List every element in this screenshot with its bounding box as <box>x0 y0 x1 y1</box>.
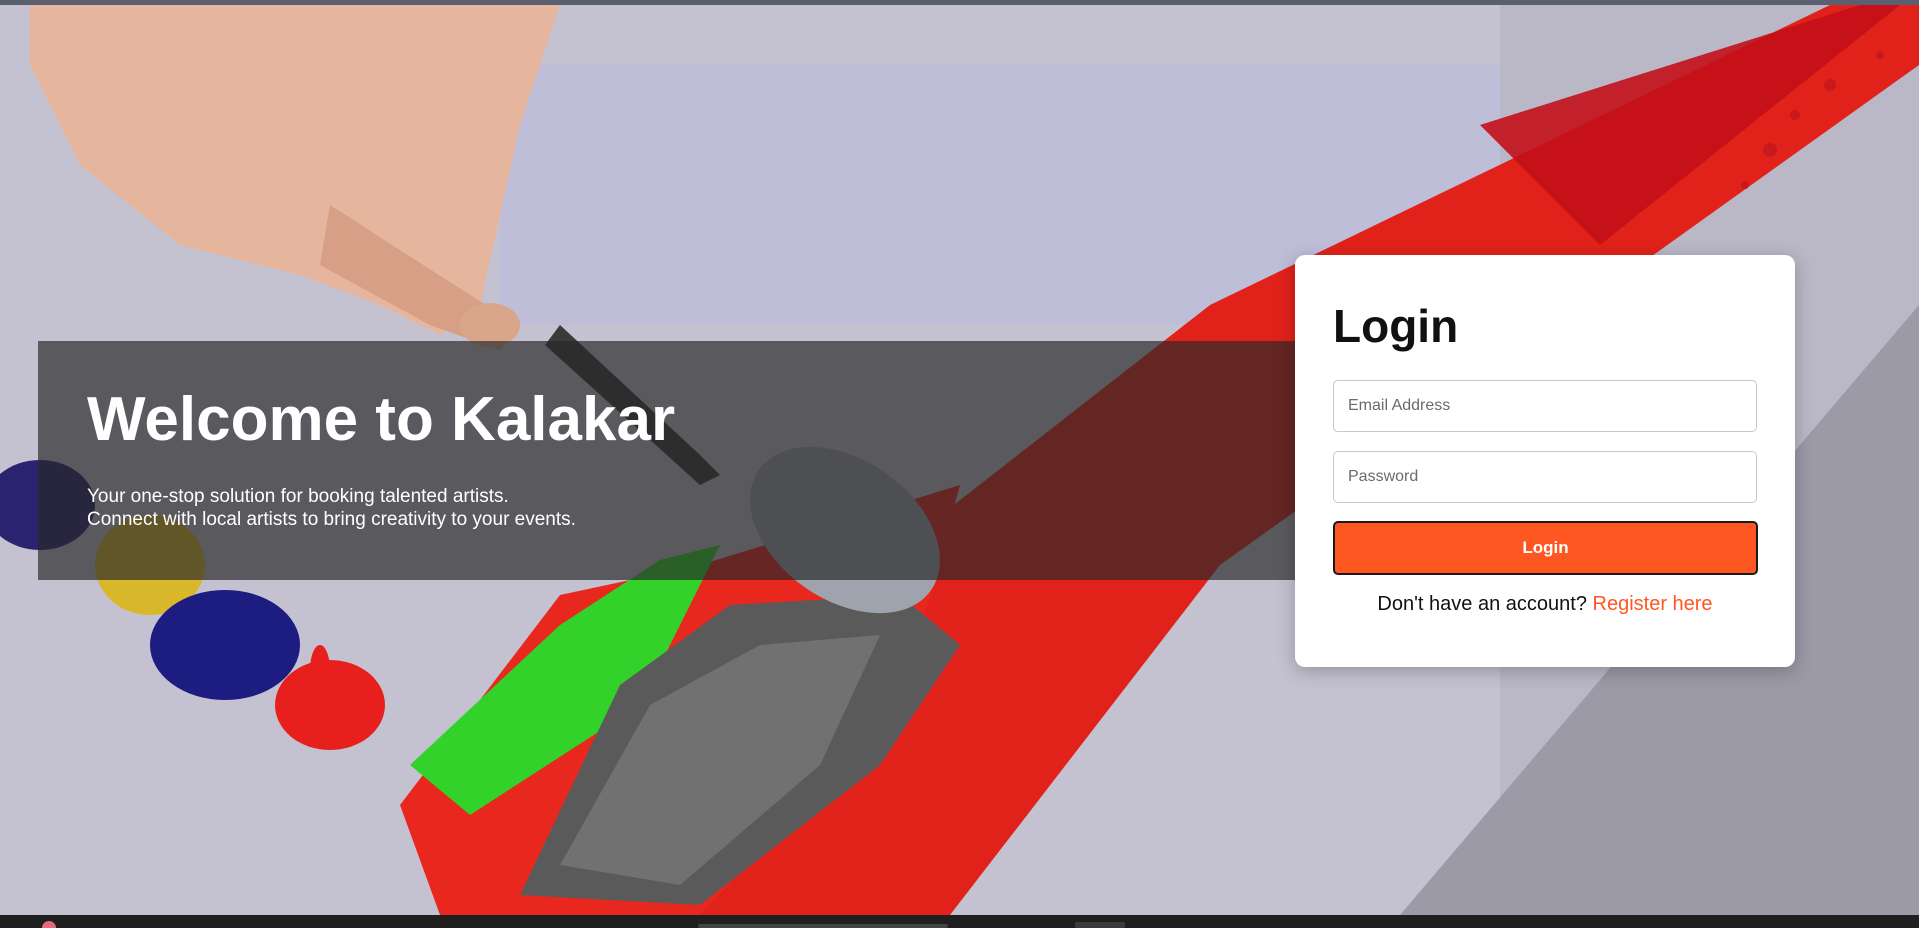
login-card: Login Login Don't have an account? Regis… <box>1295 255 1795 667</box>
welcome-banner: Welcome to Kalakar Your one-stop solutio… <box>38 341 1296 580</box>
login-title: Login <box>1333 300 1459 352</box>
page: Welcome to Kalakar Your one-stop solutio… <box>0 0 1919 928</box>
welcome-subtitle-line-1: Your one-stop solution for booking talen… <box>87 486 509 507</box>
welcome-title: Welcome to Kalakar <box>87 385 676 454</box>
login-button[interactable]: Login <box>1333 521 1758 575</box>
bottom-bar-small <box>1075 922 1125 928</box>
bottom-bar <box>698 924 948 928</box>
password-input[interactable] <box>1333 451 1757 503</box>
register-link[interactable]: Register here <box>1593 593 1713 615</box>
bottom-strip <box>0 915 1919 928</box>
welcome-subtitle-line-2: Connect with local artists to bring crea… <box>87 509 576 530</box>
register-prompt: Don't have an account? Register here <box>1295 593 1795 616</box>
register-prompt-text: Don't have an account? <box>1377 593 1593 615</box>
welcome-subtitle: Your one-stop solution for booking talen… <box>87 485 576 531</box>
bottom-dot <box>42 921 56 928</box>
email-input[interactable] <box>1333 380 1757 432</box>
